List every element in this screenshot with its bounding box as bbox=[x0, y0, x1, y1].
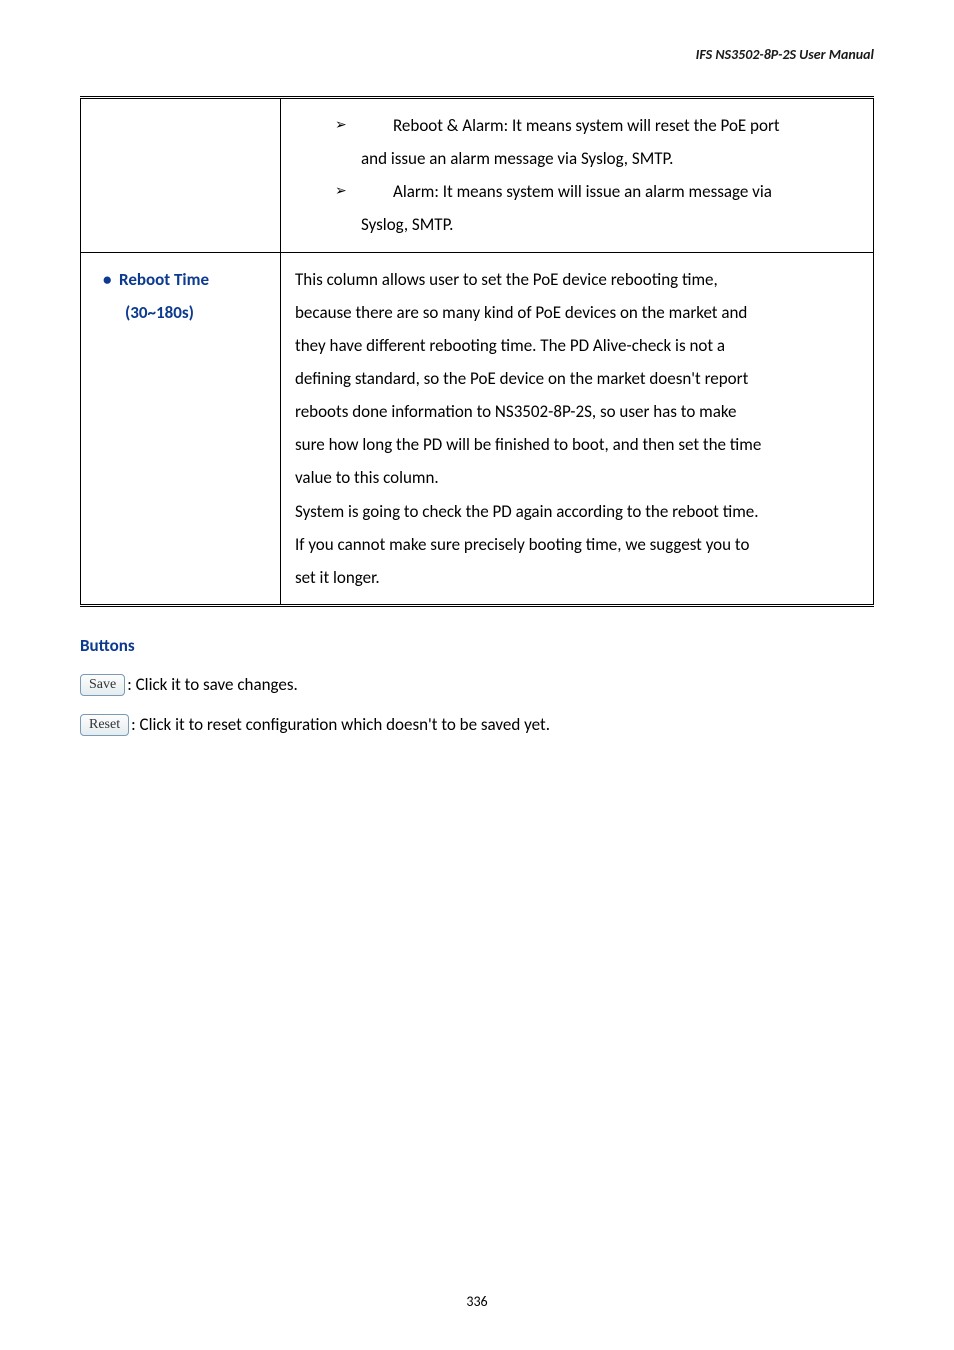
bullet-item: ➢ Alarm: It means system will issue an a… bbox=[335, 175, 859, 208]
parameter-table: ➢ Reboot & Alarm: It means system will r… bbox=[80, 96, 874, 607]
bullet-continuation: and issue an alarm message via Syslog, S… bbox=[335, 142, 859, 175]
bullet-text: Alarm: It means system will issue an ala… bbox=[393, 181, 772, 202]
bullet-continuation: Syslog, SMTP. bbox=[335, 208, 859, 241]
main-content: ➢ Reboot & Alarm: It means system will r… bbox=[80, 96, 874, 736]
reset-description: : Click it to reset configuration which … bbox=[131, 714, 550, 735]
page-header: IFS NS3502-8P-2S User Manual bbox=[696, 46, 874, 63]
reset-button[interactable]: Reset bbox=[80, 714, 129, 736]
bullet-block: ➢ Reboot & Alarm: It means system will r… bbox=[295, 109, 859, 242]
bullet-item: ➢ Reboot & Alarm: It means system will r… bbox=[335, 109, 859, 142]
label-line1: Reboot Time bbox=[119, 269, 209, 290]
save-button-row: Save : Click it to save changes. bbox=[80, 674, 874, 696]
label-line2: (30~180s) bbox=[103, 296, 266, 329]
desc-line: System is going to check the PD again ac… bbox=[295, 495, 859, 528]
desc-line: they have different rebooting time. The … bbox=[295, 329, 859, 362]
save-description: : Click it to save changes. bbox=[127, 674, 298, 695]
row2-label-cell: •Reboot Time (30~180s) bbox=[81, 252, 281, 605]
save-button[interactable]: Save bbox=[80, 674, 125, 696]
row1-desc-cell: ➢ Reboot & Alarm: It means system will r… bbox=[281, 98, 874, 253]
table-row: •Reboot Time (30~180s) This column allow… bbox=[81, 252, 874, 605]
desc-line: set it longer. bbox=[295, 561, 859, 594]
desc-line: If you cannot make sure precisely bootin… bbox=[295, 528, 859, 561]
desc-line: because there are so many kind of PoE de… bbox=[295, 296, 859, 329]
bullet-text: Reboot & Alarm: It means system will res… bbox=[393, 115, 780, 136]
page-number: 336 bbox=[0, 1293, 954, 1310]
desc-line: value to this column. bbox=[295, 461, 859, 494]
desc-line: sure how long the PD will be finished to… bbox=[295, 428, 859, 461]
arrow-icon: ➢ bbox=[335, 111, 347, 138]
buttons-heading: Buttons bbox=[80, 635, 874, 656]
row2-desc-cell: This column allows user to set the PoE d… bbox=[281, 252, 874, 605]
row1-label-cell bbox=[81, 98, 281, 253]
table-row: ➢ Reboot & Alarm: It means system will r… bbox=[81, 98, 874, 253]
desc-line: defining standard, so the PoE device on … bbox=[295, 362, 859, 395]
parameter-name: •Reboot Time (30~180s) bbox=[95, 263, 266, 329]
header-text: IFS NS3502-8P-2S User Manual bbox=[696, 46, 874, 63]
arrow-icon: ➢ bbox=[335, 177, 347, 204]
desc-line: reboots done information to NS3502-8P-2S… bbox=[295, 395, 859, 428]
desc-line: This column allows user to set the PoE d… bbox=[295, 263, 859, 296]
bullet-dot-icon: • bbox=[103, 263, 119, 296]
reset-button-row: Reset : Click it to reset configuration … bbox=[80, 714, 874, 736]
